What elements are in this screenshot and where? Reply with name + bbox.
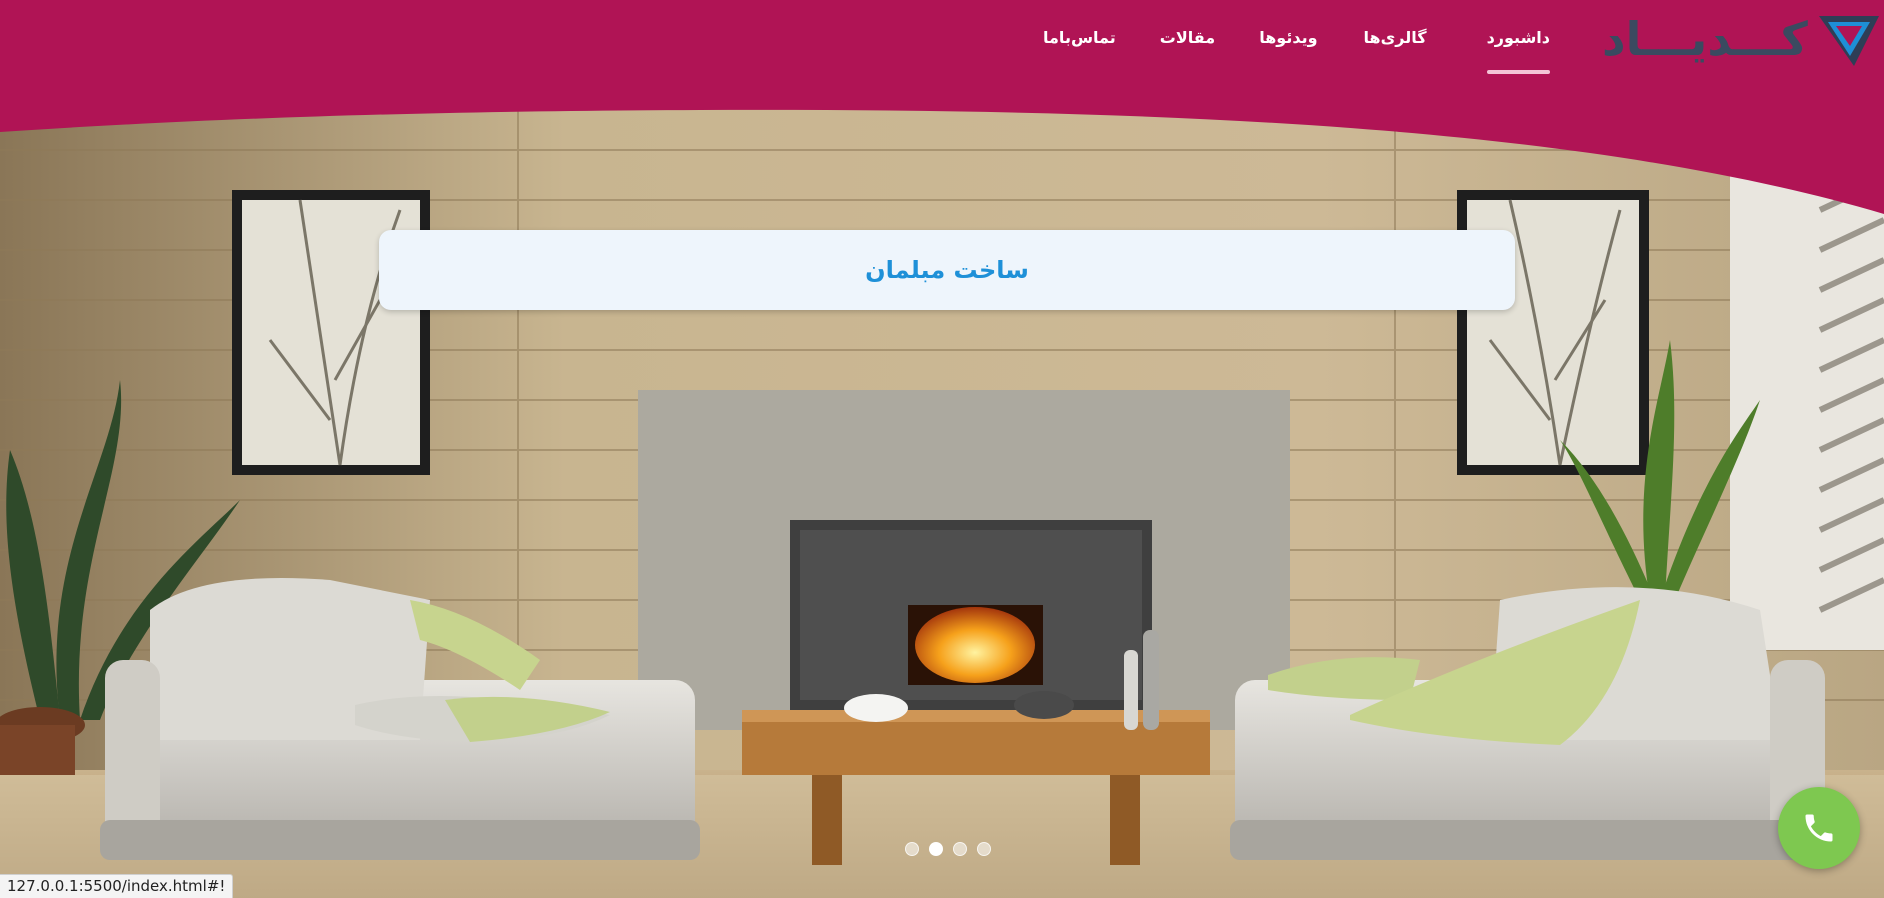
carousel-dot-3[interactable] [953,842,967,856]
slide-title-card: ساخت مبلمان [379,230,1515,310]
nav-item-galleries[interactable]: گالری‌ها [1364,22,1427,78]
slide-title: ساخت مبلمان [865,256,1029,284]
nav-item-contact[interactable]: تماس‌باما [1043,22,1116,78]
nav-item-articles[interactable]: مقالات [1160,22,1215,78]
carousel-dot-1[interactable] [905,842,919,856]
status-bar-url: 127.0.0.1:5500/index.html#! [0,874,234,898]
logo-mark-icon [1819,16,1879,66]
carousel-dot-2[interactable] [929,842,943,856]
nav-item-dashboard[interactable]: داشبورد [1486,22,1551,78]
phone-icon [1805,814,1833,842]
site-logo[interactable]: کـــدیـــاد [1594,6,1884,72]
nav-item-videos[interactable]: ویدئوها [1259,22,1317,78]
carousel-indicators [905,842,991,856]
main-nav: داشبورد گالری‌ها ویدئوها مقالات تماس‌بام… [1030,22,1551,78]
carousel-dot-4[interactable] [977,842,991,856]
call-button[interactable] [1778,787,1860,869]
logo-text: کـــدیـــاد [1602,12,1808,66]
site-header: کـــدیـــاد داشبورد گالری‌ها ویدئوها مقا… [0,0,1884,220]
